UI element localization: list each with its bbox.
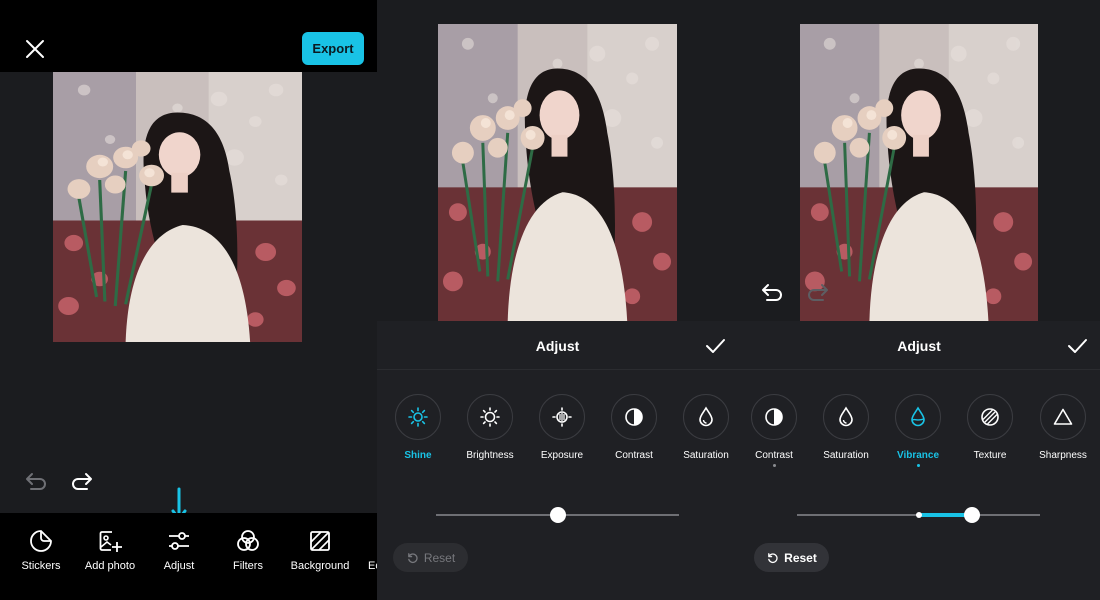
tool-stickers[interactable]: Stickers xyxy=(6,528,76,588)
divider xyxy=(738,369,1100,370)
add-photo-icon xyxy=(99,531,122,552)
exposure-icon xyxy=(552,407,572,427)
photo-image xyxy=(438,24,677,321)
option-saturation[interactable]: Saturation xyxy=(815,394,877,461)
undo-icon[interactable] xyxy=(759,279,785,305)
modified-dot xyxy=(916,464,920,467)
photo-image xyxy=(800,24,1038,321)
background-icon xyxy=(310,531,330,551)
option-label: Exposure xyxy=(540,450,584,461)
adjust-slider[interactable] xyxy=(797,507,1040,523)
reset-icon xyxy=(407,553,418,564)
adjust-sheet: Adjust Contrast Saturation Vibrance Text… xyxy=(738,321,1100,600)
option-label: Contrast xyxy=(615,450,653,461)
option-saturation[interactable]: Saturation xyxy=(675,394,737,461)
contrast-icon xyxy=(765,408,783,426)
option-label: Texture xyxy=(973,450,1007,461)
tool-background-label: Background xyxy=(290,560,350,572)
sticker-icon xyxy=(30,530,52,552)
tool-filters-label: Filters xyxy=(233,560,263,572)
adjust-panel-shine: Adjust Shine Brightness Exposure Contras… xyxy=(377,0,738,600)
option-label: Brightness xyxy=(466,450,514,461)
close-icon[interactable] xyxy=(24,38,46,60)
export-button[interactable]: Export xyxy=(302,32,364,65)
vibrance-icon xyxy=(911,406,925,427)
option-label: Shine xyxy=(404,450,432,461)
tool-filters[interactable]: Filters xyxy=(213,528,283,588)
slider-knob[interactable] xyxy=(549,507,566,523)
option-label: Contrast xyxy=(755,450,793,461)
option-label: Vibrance xyxy=(896,450,940,461)
option-label: Sharpness xyxy=(1039,450,1087,461)
tool-adjust-label: Adjust xyxy=(163,560,195,572)
photo-preview[interactable] xyxy=(800,24,1038,321)
modified-dot xyxy=(772,464,776,467)
adjust-sheet: Adjust Shine Brightness Exposure Contras… xyxy=(377,321,738,600)
adjust-slider[interactable] xyxy=(436,507,679,523)
sharpness-icon xyxy=(1053,408,1073,425)
tool-background[interactable]: Background xyxy=(285,528,355,588)
reset-label: Reset xyxy=(423,550,456,565)
option-contrast[interactable]: Contrast xyxy=(603,394,665,461)
option-brightness[interactable]: Brightness xyxy=(459,394,521,461)
redo-icon[interactable] xyxy=(805,279,831,305)
tool-adjust[interactable]: Adjust xyxy=(144,528,214,588)
tool-more[interactable]: Ec xyxy=(356,528,377,588)
option-exposure[interactable]: Exposure xyxy=(531,394,593,461)
saturation-icon xyxy=(699,406,713,427)
sliders-icon xyxy=(169,532,189,550)
option-texture[interactable]: Texture xyxy=(959,394,1021,461)
option-label: Saturation xyxy=(683,450,729,461)
brightness-icon xyxy=(480,407,500,427)
option-label: Saturation xyxy=(823,450,869,461)
option-shine[interactable]: Shine xyxy=(387,394,449,461)
option-sharpness[interactable]: Sharpness xyxy=(1032,394,1094,461)
bottom-toolbar: Stickers Add photo Adjust Filters Backgr… xyxy=(0,513,377,600)
redo-icon[interactable] xyxy=(69,468,95,494)
option-contrast[interactable]: Contrast xyxy=(743,394,805,467)
photo-canvas[interactable] xyxy=(53,72,302,342)
tool-stickers-label: Stickers xyxy=(21,560,61,572)
slider-knob[interactable] xyxy=(963,507,980,523)
photo-image xyxy=(53,72,302,342)
divider xyxy=(377,369,738,370)
confirm-check-icon[interactable] xyxy=(704,335,726,357)
editor-home-panel: Export Stickers Add photo Adjust Filters… xyxy=(0,0,377,600)
tool-add-photo[interactable]: Add photo xyxy=(75,528,145,588)
photo-preview[interactable] xyxy=(438,24,677,321)
option-vibrance[interactable]: Vibrance xyxy=(887,394,949,467)
top-bar: Export xyxy=(0,0,377,72)
shine-icon xyxy=(408,407,428,427)
sheet-title: Adjust xyxy=(535,338,580,354)
adjust-panel-vibrance: Adjust Contrast Saturation Vibrance Text… xyxy=(738,0,1100,600)
saturation-icon xyxy=(839,406,853,427)
tool-add-photo-label: Add photo xyxy=(84,560,136,572)
sheet-title: Adjust xyxy=(897,338,941,354)
slider-origin-dot xyxy=(915,512,922,518)
filters-icon xyxy=(237,530,259,551)
reset-button[interactable]: Reset xyxy=(393,543,468,572)
reset-label: Reset xyxy=(784,550,817,565)
contrast-icon xyxy=(625,408,643,426)
texture-icon xyxy=(981,408,999,426)
reset-icon xyxy=(768,553,778,564)
reset-button[interactable]: Reset xyxy=(754,543,829,572)
undo-icon[interactable] xyxy=(23,468,49,494)
tool-more-label: Ec xyxy=(368,560,377,572)
confirm-check-icon[interactable] xyxy=(1066,335,1088,357)
